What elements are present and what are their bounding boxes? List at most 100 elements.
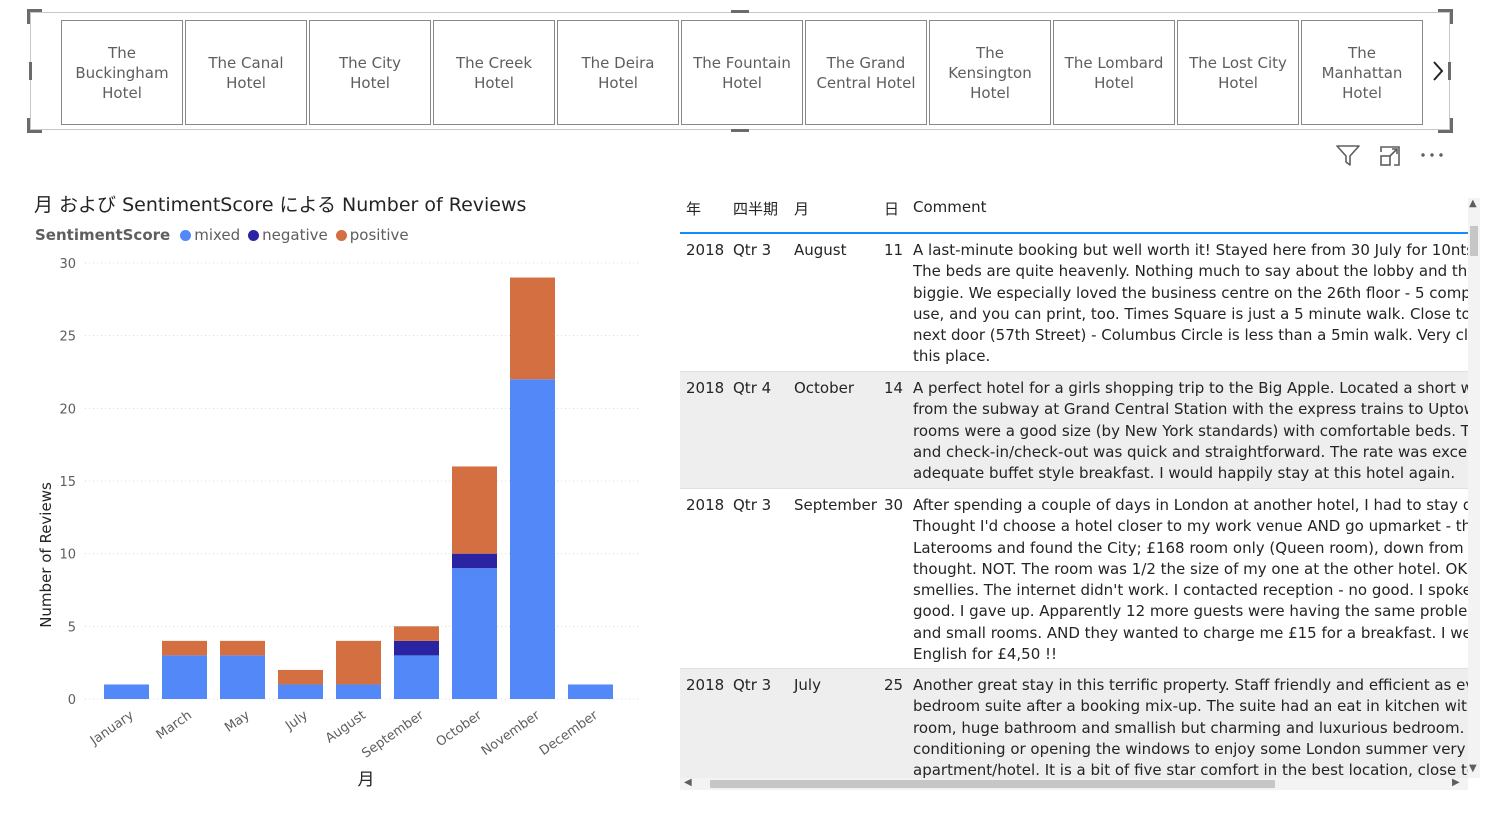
- slicer-tile[interactable]: The Fountain Hotel: [681, 20, 803, 125]
- table-body: 2018 Qtr 3 August 11 A last-minute booking b…: [680, 234, 1468, 779]
- bar-mixed[interactable]: [568, 684, 613, 699]
- slicer-tile[interactable]: The Manhattan Hotel: [1301, 20, 1423, 125]
- slicer-tile[interactable]: The City Hotel: [309, 20, 431, 125]
- y-axis-title: Number of Reviews: [37, 482, 55, 628]
- slicer-tile-label: The Lombard Hotel: [1065, 53, 1164, 93]
- slicer-tile[interactable]: The Deira Hotel: [557, 20, 679, 125]
- bar-positive[interactable]: [220, 640, 265, 656]
- slicer-tile-text: Hotel: [598, 73, 638, 92]
- resize-handle-left[interactable]: [29, 62, 32, 80]
- bar-positive[interactable]: [394, 626, 439, 641]
- cell-year: 2018: [686, 241, 725, 259]
- horizontal-scrollbar[interactable]: ◀ ▶: [680, 777, 1468, 790]
- comment-line: A last-minute booking but well worth it!…: [913, 241, 1468, 259]
- slicer-tile-label: The Manhattan Hotel: [1322, 43, 1403, 103]
- slicer-tile-text: The Deira: [581, 53, 655, 72]
- comment-line: The beds are quite heavenly. Nothing muc…: [913, 262, 1468, 281]
- bar-mixed[interactable]: [220, 655, 265, 699]
- slicer-tile-text: Hotel: [1218, 73, 1258, 92]
- resize-handle-top-left[interactable]: [27, 9, 42, 24]
- bar-mixed[interactable]: [452, 568, 497, 699]
- cell-comment: After spending a couple of days in Londo…: [913, 495, 1468, 665]
- column-header-quarter[interactable]: 四半期: [733, 198, 778, 219]
- comment-line: English for £4,50 !!: [913, 645, 1058, 664]
- slicer-tile-text: Buckingham: [75, 63, 169, 82]
- y-tick-label: 5: [68, 620, 76, 635]
- slicer-tile-text: Hotel: [722, 73, 762, 92]
- cell-day: 25: [884, 676, 904, 694]
- focus-mode-icon[interactable]: [1378, 144, 1402, 168]
- bar-mixed[interactable]: [336, 684, 381, 699]
- table-row[interactable]: 2018 Qtr 3 September 30 After spending a cou…: [680, 489, 1468, 669]
- scroll-left-icon[interactable]: ◀: [684, 777, 692, 788]
- cell-day: 11: [884, 241, 904, 259]
- y-tick-label: 30: [59, 257, 76, 272]
- scroll-right-icon[interactable]: ▶: [1452, 777, 1460, 788]
- bar-mixed[interactable]: [278, 684, 323, 699]
- x-tick-label: December: [537, 708, 601, 759]
- column-header-year[interactable]: 年: [686, 198, 701, 219]
- x-tick-label: October: [434, 708, 486, 751]
- scroll-down-icon[interactable]: ▼: [1469, 763, 1477, 774]
- comment-line: smellies. The internet didn't work. I co…: [913, 581, 1468, 600]
- more-options-icon[interactable]: [1420, 144, 1444, 168]
- bar-mixed[interactable]: [162, 655, 207, 699]
- vertical-scrollbar[interactable]: ▲ ▼: [1468, 198, 1480, 778]
- slicer-tile-text: Kensington: [948, 63, 1032, 82]
- x-tick-label: January: [87, 708, 137, 749]
- bar-mixed[interactable]: [510, 379, 555, 699]
- vertical-scroll-thumb[interactable]: [1470, 226, 1478, 256]
- resize-handle-bottom-left[interactable]: [27, 118, 42, 133]
- resize-handle-right[interactable]: [1448, 62, 1451, 80]
- bar-negative[interactable]: [452, 553, 497, 569]
- column-header-comment[interactable]: Comment: [913, 198, 987, 216]
- slicer-tile-text: The Grand: [826, 53, 906, 72]
- comment-line: use, and you can print, too. Times Squar…: [913, 304, 1468, 323]
- comment-line: and small rooms. AND they wanted to char…: [913, 623, 1468, 642]
- bar-positive[interactable]: [278, 669, 323, 685]
- bar-mixed[interactable]: [394, 655, 439, 699]
- cell-comment: A perfect hotel for a girls shopping tri…: [913, 378, 1468, 484]
- resize-handle-top[interactable]: [731, 10, 749, 13]
- bar-negative[interactable]: [394, 640, 439, 656]
- cell-quarter: Qtr 3: [733, 676, 772, 694]
- table-row[interactable]: 2018 Qtr 4 October 14 A perfect hotel for a …: [680, 372, 1468, 489]
- stacked-column-chart: 0 5 10 15 20 25 30 January March May July AugustSep…: [37, 257, 640, 790]
- slicer-tile-text: The Lombard: [1064, 53, 1164, 72]
- slicer-tile-text: Hotel: [970, 83, 1010, 102]
- cell-comment: A last-minute booking but well worth it!…: [913, 240, 1468, 368]
- resize-handle-bottom-right[interactable]: [1438, 118, 1453, 133]
- bar-mixed[interactable]: [104, 684, 149, 699]
- chevron-right-icon[interactable]: [1430, 60, 1446, 82]
- slicer-tile-text: The: [976, 43, 1004, 62]
- slicer-tile[interactable]: The Lombard Hotel: [1053, 20, 1175, 125]
- resize-handle-bottom[interactable]: [731, 129, 749, 132]
- cell-month: October: [794, 379, 855, 397]
- reviews-table: 年 四半期 月 日 Comment 2018 Qtr 3 August 11 A las…: [680, 190, 1480, 790]
- table-row[interactable]: 2018 Qtr 3 August 11 A last-minute booking b…: [680, 234, 1468, 372]
- slicer-tile[interactable]: The Buckingham Hotel: [61, 20, 183, 125]
- filter-icon[interactable]: [1335, 144, 1361, 168]
- bar-positive[interactable]: [452, 466, 497, 554]
- bar-positive[interactable]: [510, 277, 555, 380]
- slicer-tile[interactable]: The Lost City Hotel: [1177, 20, 1299, 125]
- resize-handle-top-right[interactable]: [1438, 9, 1453, 24]
- column-header-month[interactable]: 月: [794, 198, 809, 219]
- slicer-tile[interactable]: The Canal Hotel: [185, 20, 307, 125]
- cell-quarter: Qtr 4: [733, 379, 772, 397]
- column-header-day[interactable]: 日: [884, 198, 899, 219]
- bar-positive[interactable]: [336, 640, 381, 685]
- slicer-tile-text: The: [1348, 43, 1376, 62]
- comment-line: Thought I'd choose a hotel closer to my …: [913, 517, 1468, 536]
- table-row[interactable]: 2018 Qtr 3 July 25 Another great stay in thi…: [680, 669, 1468, 779]
- scroll-up-icon[interactable]: ▲: [1469, 198, 1477, 209]
- slicer-tile-label: The Buckingham Hotel: [75, 43, 168, 103]
- cell-year: 2018: [686, 379, 725, 397]
- slicer-tile[interactable]: The Creek Hotel: [433, 20, 555, 125]
- comment-line: bedroom suite after a booking mix-up. Th…: [913, 697, 1468, 716]
- horizontal-scroll-thumb[interactable]: [710, 780, 1275, 788]
- slicer-tile[interactable]: The Grand Central Hotel: [805, 20, 927, 125]
- comment-line: After spending a couple of days in Londo…: [913, 496, 1468, 514]
- bar-positive[interactable]: [162, 640, 207, 656]
- slicer-tile[interactable]: The Kensington Hotel: [929, 20, 1051, 125]
